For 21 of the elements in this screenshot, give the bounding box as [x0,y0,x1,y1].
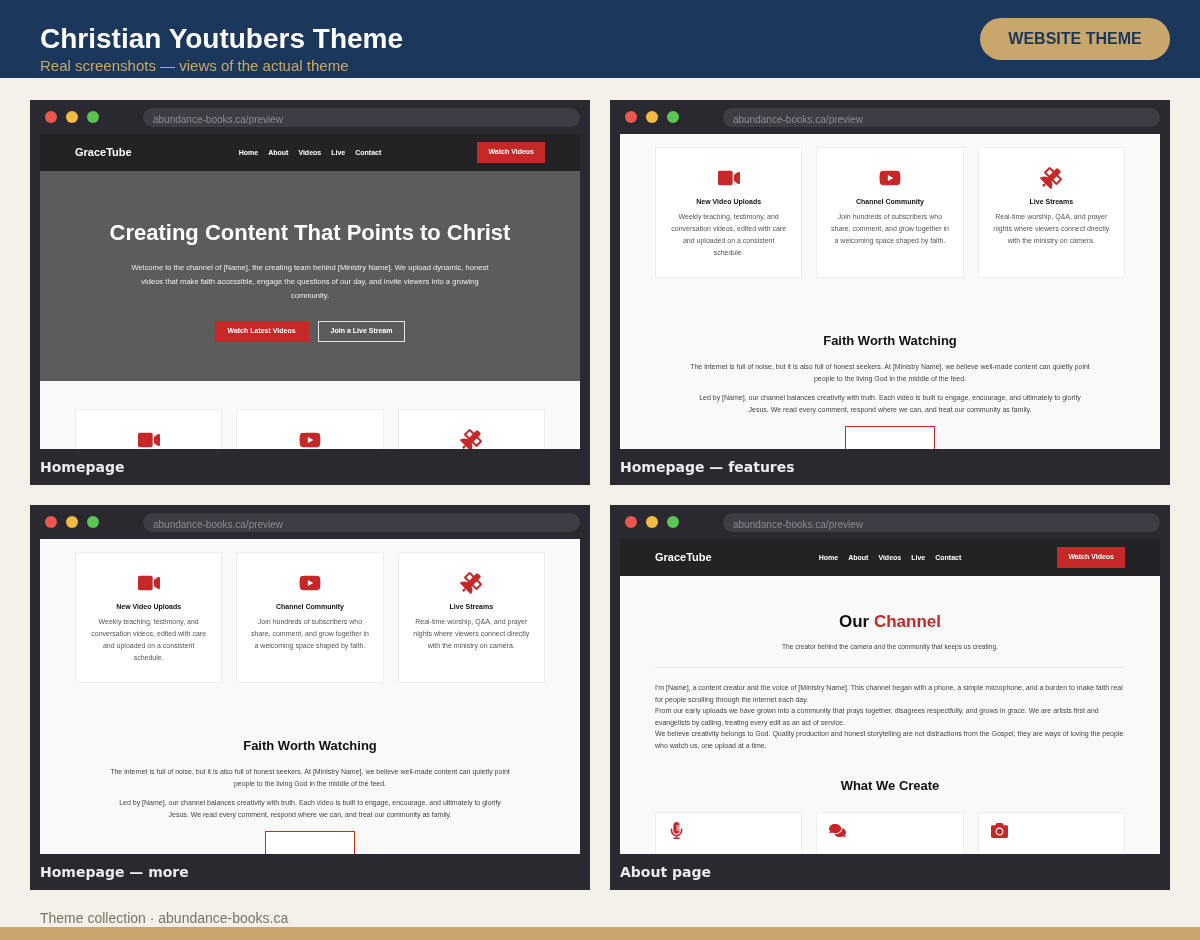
microphone-icon [668,822,685,839]
section-heading: What We Create [840,777,940,795]
satellite-icon [460,572,483,594]
about-heading: Our Channel [839,612,941,632]
site-logo: GraceTube [75,145,132,161]
page-subtitle: Real screenshots — views of the actual theme [40,56,350,76]
site-logo: GraceTube [655,550,712,566]
section-heading: Faith Worth Watching [243,737,377,755]
screenshot-caption: Homepage — features [620,457,795,477]
section-heading: Faith Worth Watching [823,332,957,350]
satellite-icon [1040,167,1063,189]
satellite-icon [460,429,483,449]
screenshot-caption: Homepage [40,457,125,477]
screenshot-caption: Homepage — more [40,862,189,882]
footer-text: Theme collection · abundance-books.ca [40,910,289,926]
chat-bubbles-icon [829,822,847,839]
screenshot-caption: About page [620,862,711,882]
website-theme-button[interactable]: WEBSITE THEME [980,18,1170,60]
page-title: Christian Youtubers Theme [40,22,404,56]
camera-icon [990,822,1008,839]
hero-title: Creating Content That Points to Christ [109,219,511,247]
